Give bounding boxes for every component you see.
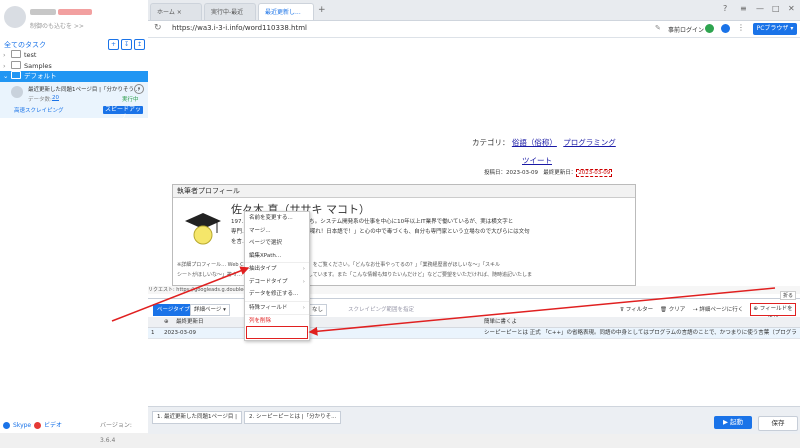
annotation-arrows <box>111 266 776 336</box>
arrow-to-menu <box>111 266 250 322</box>
start-button[interactable]: ▶ 起動 <box>714 416 752 429</box>
save-button[interactable]: 保存 <box>758 416 798 431</box>
arrow-to-delete <box>308 287 776 336</box>
bottom-tab-1[interactable]: 1. 最近更新した同題1ページ目 | <box>152 411 242 424</box>
play-icon: ▶ <box>722 418 728 426</box>
bottom-tab-2[interactable]: 2. シーピーピーとは |「分かりそ... <box>244 411 342 424</box>
bottom-bar: 1. 最近更新した同題1ページ目 | 2. シーピーピーとは |「分かりそ...… <box>148 406 800 434</box>
start-label: 起動 <box>730 418 744 426</box>
